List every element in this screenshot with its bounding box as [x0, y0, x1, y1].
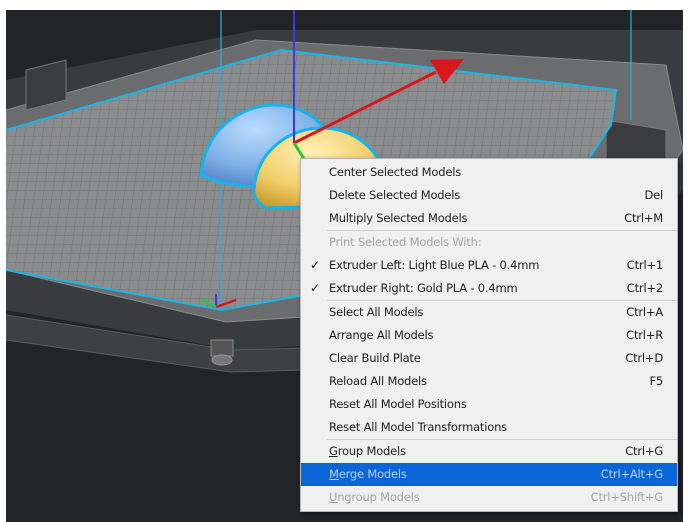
mnemonic: U [329, 490, 338, 504]
shortcut-label: Ctrl+G [625, 444, 663, 458]
menu-item-delete-selected-models[interactable]: Delete Selected Models Del [301, 184, 677, 207]
shortcut-label: Ctrl+1 [626, 258, 663, 272]
context-menu: Center Selected Models Delete Selected M… [300, 158, 678, 512]
menu-item-multiply-selected-models[interactable]: Multiply Selected Models Ctrl+M [301, 207, 677, 230]
shortcut-label: Ctrl+M [624, 211, 663, 225]
menu-item-reload-all-models[interactable]: Reload All Models F5 [301, 370, 677, 393]
shortcut-label: Ctrl+D [625, 351, 663, 365]
menu-item-extruder-right[interactable]: ✓ Extruder Right: Gold PLA - 0.4mm Ctrl+… [301, 277, 677, 300]
shortcut-label: Ctrl+A [626, 305, 663, 319]
menu-header-print-with: Print Selected Models With: [329, 235, 482, 249]
mnemonic: G [329, 444, 338, 458]
mnemonic: M [329, 467, 339, 481]
menu-item-center-selected-models[interactable]: Center Selected Models [301, 161, 677, 184]
checkmark-icon: ✓ [310, 258, 320, 272]
menu-item-reset-all-model-transformations[interactable]: Reset All Model Transformations [301, 416, 677, 439]
shortcut-label: Ctrl+2 [626, 281, 663, 295]
menu-item-select-all-models[interactable]: Select All Models Ctrl+A [301, 301, 677, 324]
menu-item-merge-models[interactable]: Merge Models Ctrl+Alt+G [301, 463, 677, 486]
checkmark-icon: ✓ [310, 281, 320, 295]
shortcut-label: Ctrl+Alt+G [600, 467, 663, 481]
shortcut-label: Ctrl+Shift+G [590, 490, 664, 504]
menu-item-extruder-left[interactable]: ✓ Extruder Left: Light Blue PLA - 0.4mm … [301, 254, 677, 277]
menu-item-ungroup-models[interactable]: Ungroup Models Ctrl+Shift+G [301, 486, 677, 509]
shortcut-label: Ctrl+R [626, 328, 663, 342]
menu-item-group-models[interactable]: Group Models Ctrl+G [301, 440, 677, 463]
shortcut-label: F5 [649, 374, 663, 388]
shortcut-label: Del [644, 188, 663, 202]
menu-item-clear-build-plate[interactable]: Clear Build Plate Ctrl+D [301, 347, 677, 370]
menu-item-reset-all-model-positions[interactable]: Reset All Model Positions [301, 393, 677, 416]
menu-item-arrange-all-models[interactable]: Arrange All Models Ctrl+R [301, 324, 677, 347]
